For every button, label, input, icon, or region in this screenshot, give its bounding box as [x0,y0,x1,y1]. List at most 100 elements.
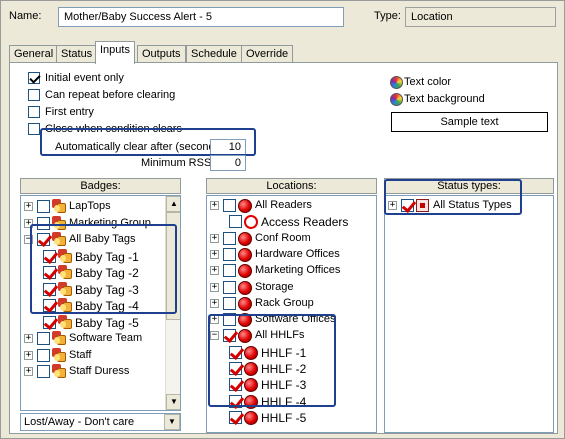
expand-icon[interactable]: + [210,266,219,276]
min-rssi-input[interactable]: 0 [210,155,246,171]
badge-item-checkbox[interactable] [37,348,50,362]
scroll-up-icon[interactable]: ▲ [166,196,180,212]
location-item-label: Marketing Offices [255,264,341,277]
first-entry-label: First entry [45,106,94,118]
location-tree-item[interactable]: + Marketing Offices [207,263,376,279]
locations-header: Locations: [206,178,377,194]
badge-item-label: Software Team [69,332,143,344]
chevron-down-icon[interactable]: ▼ [164,414,180,430]
tab-general[interactable]: General [9,45,59,63]
auto-clear-highlight [40,128,256,156]
tab-schedule[interactable]: Schedule [186,45,242,63]
location-icon [238,280,252,295]
sample-text-preview: Sample text [391,112,548,132]
badge-item-label: LapTops [69,200,111,212]
badge-tree-item[interactable]: + Staff [21,347,163,364]
expand-icon[interactable]: + [24,367,33,376]
location-item-label: Conf Room [255,231,311,244]
tab-override[interactable]: Override [241,45,294,63]
location-icon [238,231,252,246]
badge-item-label: Baby Tag -5 [75,315,139,330]
text-color-button[interactable]: Text color [404,76,451,88]
badge-group-icon [52,364,67,379]
name-label: Name: [9,10,42,22]
status-types-highlight [384,179,522,215]
location-item-label: Rack Group [255,296,314,309]
location-item-checkbox[interactable] [223,247,236,261]
can-repeat-label: Can repeat before clearing [45,89,176,101]
badges-header: Badges: [20,178,181,194]
expand-icon[interactable]: + [210,233,219,243]
location-icon [244,410,258,425]
badge-group-icon [58,314,73,330]
location-tree-item[interactable]: Access Readers [207,214,376,230]
type-field: Location [405,7,556,27]
badge-status-value: Lost/Away - Don't care [24,416,135,428]
location-tree-item[interactable]: + Storage [207,280,376,296]
location-icon [238,264,252,279]
first-entry-checkbox[interactable] [28,106,40,118]
tab-outputs[interactable]: Outputs [137,45,186,63]
badge-tree-item[interactable]: + Staff Duress [21,364,163,380]
location-item-checkbox[interactable] [223,296,236,310]
expand-icon[interactable]: + [24,334,33,343]
location-tree-item[interactable]: + Hardware Offices [207,247,376,263]
badge-group-icon [52,347,67,363]
initial-event-only-label: Initial event only [45,72,124,84]
hhlf-highlight [208,314,336,407]
min-rssi-label: Minimum RSSI: [141,157,218,169]
badge-tree-item[interactable]: + Software Team [21,331,163,347]
badge-item-label: Staff [69,348,92,361]
location-item-label: Hardware Offices [255,247,340,260]
badge-item-checkbox[interactable] [37,200,50,213]
location-item-checkbox[interactable] [223,199,236,212]
expand-icon[interactable]: + [24,350,33,360]
location-item-checkbox[interactable] [223,264,236,278]
expand-icon[interactable]: + [210,249,219,259]
badge-group-icon [52,331,67,346]
location-item-label: All Readers [255,199,312,211]
palette-icon [390,93,403,106]
location-tree-item[interactable]: + Rack Group [207,296,376,312]
badge-item-checkbox[interactable] [37,332,50,345]
inputs-panel: Initial event only Can repeat before cle… [9,62,558,434]
location-item-label: Storage [255,280,294,293]
badge-item-label: Staff Duress [69,365,130,377]
location-tree-item[interactable]: HHLF -5 [207,410,376,426]
expand-icon[interactable]: + [210,282,219,292]
tab-status[interactable]: Status [56,45,98,63]
baby-tags-highlight [30,224,177,314]
initial-event-only-checkbox[interactable] [28,72,40,84]
badge-item-checkbox[interactable] [37,365,50,378]
status-types-tree[interactable]: + All Status Types [384,195,554,433]
location-item-checkbox[interactable] [223,280,236,294]
palette-icon [390,76,403,89]
location-icon [238,199,252,213]
location-tree-item[interactable]: + Conf Room [207,231,376,247]
location-item-label: Access Readers [261,215,349,230]
type-label: Type: [374,10,401,22]
tab-inputs[interactable]: Inputs [95,41,135,64]
location-icon [244,215,258,230]
text-background-button[interactable]: Text background [404,93,485,105]
scroll-down-icon[interactable]: ▼ [166,394,180,410]
location-item-checkbox[interactable] [229,410,242,424]
alert-dialog: Name: Mother/Baby Success Alert - 5 Type… [0,0,565,439]
location-tree-item[interactable]: + All Readers [207,198,376,214]
badge-group-icon [52,199,67,214]
can-repeat-checkbox[interactable] [28,89,40,101]
close-when-clears-checkbox[interactable] [28,123,40,135]
badge-tree-item[interactable]: Baby Tag -5 [21,314,163,331]
location-icon [238,296,252,311]
location-item-checkbox[interactable] [223,231,236,245]
location-icon [238,247,252,262]
name-field[interactable]: Mother/Baby Success Alert - 5 [58,7,344,27]
badge-status-select[interactable]: Lost/Away - Don't care ▼ [20,413,181,431]
location-item-label: HHLF -5 [261,410,307,425]
expand-icon[interactable]: + [24,202,33,211]
expand-icon[interactable]: + [210,298,219,308]
location-item-checkbox[interactable] [229,215,242,229]
badge-item-checkbox[interactable] [43,315,56,329]
badge-tree-item[interactable]: + LapTops [21,199,163,215]
expand-icon[interactable]: + [210,201,219,210]
